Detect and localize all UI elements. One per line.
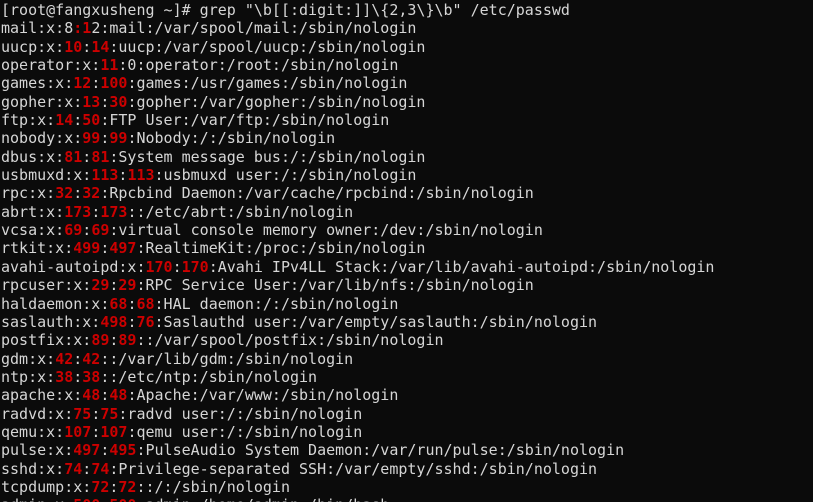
terminal-output-line: pulse:x:497:495:PulseAudio System Daemon… (1, 441, 625, 460)
grep-match: 48 (82, 386, 101, 405)
grep-match: 30 (109, 92, 128, 111)
grep-match: 12 (73, 74, 92, 93)
terminal-prompt-line: [root@fangxusheng ~]# grep "\b[[:digit:]… (1, 1, 570, 19)
grep-match: 89 (118, 331, 137, 350)
grep-match: 107 (100, 422, 128, 441)
terminal-output: mail:x:8:12:mail:/var/spool/mail:/sbin/n… (1, 19, 813, 502)
grep-match: 173 (100, 202, 128, 221)
grep-match: 50 (82, 111, 101, 130)
grep-match: 38 (55, 367, 74, 386)
terminal-output-line: nobody:x:99:99:Nobody:/:/sbin/nologin (1, 129, 336, 148)
terminal-output-line: qemu:x:107:107:qemu user:/:/sbin/nologin (1, 422, 363, 441)
grep-match: 107 (64, 422, 92, 441)
grep-match: 14 (55, 111, 74, 130)
terminal-output-line: dbus:x:81:81:System message bus:/:/sbin/… (1, 147, 426, 166)
terminal-output-line: admin:x:500:500:admin:/home/admin:/bin/b… (1, 496, 813, 502)
grep-match: 497 (109, 239, 137, 258)
grep-match: 29 (91, 276, 110, 295)
grep-match: 14 (91, 37, 110, 56)
grep-match: 72 (118, 477, 137, 496)
grep-match: 99 (109, 129, 128, 148)
terminal-output-line: avahi-autoipd:x:170:170:Avahi IPv4LL Sta… (1, 257, 715, 276)
terminal-output-line: sshd:x:74:74:Privilege-separated SSH:/va… (1, 459, 598, 478)
grep-match: 29 (118, 276, 137, 295)
grep-match: 32 (55, 184, 74, 203)
grep-match: 74 (91, 459, 110, 478)
terminal-output-line: gopher:x:13:30:gopher:/var/gopher:/sbin/… (1, 92, 426, 111)
grep-match: 13 (82, 92, 101, 111)
grep-match: 99 (82, 129, 101, 148)
terminal-output-line: vcsa:x:69:69:virtual console memory owne… (1, 221, 543, 240)
terminal-output-line: operator:x:11:0:operator:/root:/sbin/nol… (1, 56, 399, 75)
grep-match: 42 (82, 349, 101, 368)
grep-match: 11 (100, 56, 119, 75)
grep-match: 68 (109, 294, 128, 313)
grep-match: 497 (73, 441, 101, 460)
grep-match: 499 (73, 239, 101, 258)
terminal-output-line: ntp:x:38:38::/etc/ntp:/sbin/nologin (1, 367, 318, 386)
terminal-output-line: rtkit:x:499:497:RealtimeKit:/proc:/sbin/… (1, 239, 426, 258)
terminal-output-line: tcpdump:x:72:72::/:/sbin/nologin (1, 477, 290, 496)
grep-match: 113 (91, 166, 119, 185)
terminal-output-line: uucp:x:10:14:uucp:/var/spool/uucp:/sbin/… (1, 37, 426, 56)
grep-match: 89 (91, 331, 110, 350)
grep-match: 72 (91, 477, 110, 496)
grep-match: 170 (181, 257, 209, 276)
terminal-output-line: gdm:x:42:42::/var/lib/gdm:/sbin/nologin (1, 349, 354, 368)
terminal-output-line: rpcuser:x:29:29:RPC Service User:/var/li… (1, 276, 534, 295)
grep-match: 32 (82, 184, 101, 203)
grep-match: 81 (64, 147, 83, 166)
terminal-output-line: games:x:12:100:games:/usr/games:/sbin/no… (1, 74, 408, 93)
grep-match: 495 (109, 441, 137, 460)
grep-match: 74 (64, 459, 83, 478)
grep-match: 38 (82, 367, 101, 386)
grep-match: 81 (91, 147, 110, 166)
terminal-output-line: apache:x:48:48:Apache:/var/www:/sbin/nol… (1, 386, 399, 405)
grep-match: 498 (100, 312, 128, 331)
grep-match: 100 (100, 74, 128, 93)
grep-match: :1 (73, 19, 92, 38)
grep-match: 68 (136, 294, 155, 313)
terminal-output-line: rpc:x:32:32:Rpcbind Daemon:/var/cache/rp… (1, 184, 534, 203)
terminal-output-line: radvd:x:75:75:radvd user:/:/sbin/nologin (1, 404, 363, 423)
grep-match: 76 (136, 312, 155, 331)
grep-match: 10 (64, 37, 83, 56)
terminal-output-line: saslauth:x:498:76:Saslauthd user:/var/em… (1, 312, 598, 331)
grep-match: 48 (109, 386, 128, 405)
grep-match: 500 (109, 496, 136, 502)
grep-match: 173 (64, 202, 92, 221)
terminal-output-line: usbmuxd:x:113:113:usbmuxd user:/:/sbin/n… (1, 166, 417, 185)
terminal-output-line: mail:x:8:12:mail:/var/spool/mail:/sbin/n… (1, 19, 417, 38)
terminal-output-line: postfix:x:89:89::/var/spool/postfix:/sbi… (1, 331, 444, 350)
terminal-output-line: ftp:x:14:50:FTP User:/var/ftp:/sbin/nolo… (1, 111, 390, 130)
grep-match: 42 (55, 349, 74, 368)
grep-match: 75 (73, 404, 92, 423)
grep-match: 69 (64, 221, 83, 240)
grep-match: 113 (127, 166, 155, 185)
grep-match: 69 (91, 221, 110, 240)
grep-match: 500 (73, 496, 100, 502)
grep-match: 75 (100, 404, 119, 423)
terminal-output-line: abrt:x:173:173::/etc/abrt:/sbin/nologin (1, 202, 354, 221)
terminal-window[interactable]: [root@fangxusheng ~]# grep "\b[[:digit:]… (0, 0, 813, 502)
terminal-output-line: haldaemon:x:68:68:HAL daemon:/:/sbin/nol… (1, 294, 399, 313)
grep-match: 170 (145, 257, 173, 276)
